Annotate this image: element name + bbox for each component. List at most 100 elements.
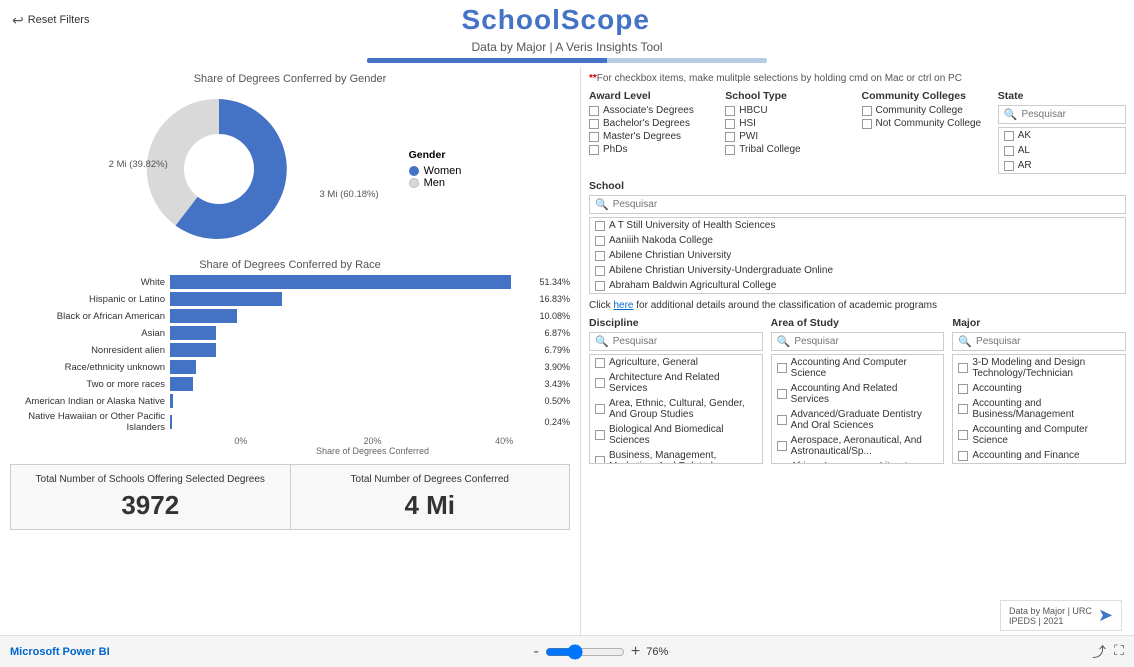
bar-fill <box>170 326 216 340</box>
cb-phds[interactable] <box>589 145 599 155</box>
cb-disc-5[interactable] <box>595 456 605 464</box>
cc-yes[interactable]: Community College <box>862 105 990 116</box>
powerbi-link[interactable]: Microsoft Power BI <box>10 646 110 658</box>
state-ar[interactable]: AR <box>999 158 1125 173</box>
cc-no[interactable]: Not Community College <box>862 118 990 129</box>
area-search[interactable]: 🔍 <box>771 332 945 351</box>
discipline-list[interactable]: Agriculture, General Architecture And Re… <box>589 354 763 464</box>
zoom-minus-button[interactable]: - <box>534 643 539 661</box>
school-item-1[interactable]: A T Still University of Health Sciences <box>590 218 1125 233</box>
area-5[interactable]: African Languages, Literatures, And Ling… <box>772 459 944 464</box>
cb-school-3[interactable] <box>595 251 605 261</box>
fullscreen-icon[interactable]: ⛶ <box>1114 642 1124 662</box>
bar-track <box>170 360 540 374</box>
bar-row: White51.34% <box>10 275 570 289</box>
cb-major-4[interactable] <box>958 430 968 440</box>
cb-disc-4[interactable] <box>595 430 605 440</box>
type-tribal[interactable]: Tribal College <box>725 144 853 155</box>
cb-ar[interactable] <box>1004 161 1014 171</box>
reset-filters-button[interactable]: ↩ Reset Filters <box>12 12 89 29</box>
cb-school-2[interactable] <box>595 236 605 246</box>
major-1[interactable]: 3-D Modeling and Design Technology/Techn… <box>953 355 1125 381</box>
major-3[interactable]: Accounting and Business/Management <box>953 396 1125 422</box>
state-list[interactable]: AK AL AR <box>998 127 1126 174</box>
major-4[interactable]: Accounting and Computer Science <box>953 422 1125 448</box>
cb-cc-no[interactable] <box>862 119 872 129</box>
disc-1[interactable]: Agriculture, General <box>590 355 762 370</box>
cb-ak[interactable] <box>1004 131 1014 141</box>
area-4[interactable]: Aerospace, Aeronautical, And Astronautic… <box>772 433 944 459</box>
associates-label: Associate's Degrees <box>603 105 694 116</box>
area-3[interactable]: Advanced/Graduate Dentistry And Oral Sci… <box>772 407 944 433</box>
award-bachelors[interactable]: Bachelor's Degrees <box>589 118 717 129</box>
cb-al[interactable] <box>1004 146 1014 156</box>
men-legend-label: Men <box>424 177 445 189</box>
major-search-input[interactable] <box>976 336 1120 347</box>
school-search-box[interactable]: 🔍 <box>589 195 1126 214</box>
discipline-search[interactable]: 🔍 <box>589 332 763 351</box>
legend-title: Gender <box>409 149 462 161</box>
area-2[interactable]: Accounting And Related Services <box>772 381 944 407</box>
cb-pwi[interactable] <box>725 132 735 142</box>
cb-area-2[interactable] <box>777 389 787 399</box>
award-masters[interactable]: Master's Degrees <box>589 131 717 142</box>
school-item-5[interactable]: Abraham Baldwin Agricultural College <box>590 278 1125 293</box>
school-type-title: School Type <box>725 90 853 102</box>
cb-area-4[interactable] <box>777 441 787 451</box>
cb-area-1[interactable] <box>777 363 787 373</box>
award-associates[interactable]: Associate's Degrees <box>589 105 717 116</box>
cb-disc-2[interactable] <box>595 378 605 388</box>
area-1[interactable]: Accounting And Computer Science <box>772 355 944 381</box>
cb-school-1[interactable] <box>595 221 605 231</box>
type-pwi[interactable]: PWI <box>725 131 853 142</box>
cb-major-1[interactable] <box>958 363 968 373</box>
cb-hbcu[interactable] <box>725 106 735 116</box>
school-search-input[interactable] <box>613 199 1120 210</box>
state-ak[interactable]: AK <box>999 128 1125 143</box>
cb-school-5[interactable] <box>595 281 605 291</box>
zoom-plus-button[interactable]: + <box>631 643 640 661</box>
state-search-box[interactable]: 🔍 <box>998 105 1126 124</box>
cb-major-5[interactable] <box>958 451 968 461</box>
disc-3[interactable]: Area, Ethnic, Cultural, Gender, And Grou… <box>590 396 762 422</box>
cb-bachelors[interactable] <box>589 119 599 129</box>
state-al[interactable]: AL <box>999 143 1125 158</box>
cb-major-2[interactable] <box>958 384 968 394</box>
discipline-search-input[interactable] <box>613 336 757 347</box>
state-search-input[interactable] <box>1021 109 1120 120</box>
school-item-4[interactable]: Abilene Christian University-Undergradua… <box>590 263 1125 278</box>
school-item-2[interactable]: Aaniiih Nakoda College <box>590 233 1125 248</box>
disc-4[interactable]: Biological And Biomedical Sciences <box>590 422 762 448</box>
cb-area-3[interactable] <box>777 415 787 425</box>
cb-disc-3[interactable] <box>595 404 605 414</box>
cb-school-4[interactable] <box>595 266 605 276</box>
type-hsi[interactable]: HSI <box>725 118 853 129</box>
major-list[interactable]: 3-D Modeling and Design Technology/Techn… <box>952 354 1126 464</box>
cb-disc-1[interactable] <box>595 358 605 368</box>
click-here-link[interactable]: here <box>613 300 633 311</box>
bar-pct: 10.08% <box>539 311 570 321</box>
cb-major-3[interactable] <box>958 404 968 414</box>
school-list[interactable]: A T Still University of Health Sciences … <box>589 217 1126 294</box>
top-nav: ↩ Reset Filters SchoolScope <box>0 0 1134 40</box>
cb-hsi[interactable] <box>725 119 735 129</box>
major-2[interactable]: Accounting <box>953 381 1125 396</box>
area-search-input[interactable] <box>794 336 938 347</box>
major-6[interactable]: Accounting and Related Services, Other <box>953 463 1125 464</box>
type-hbcu[interactable]: HBCU <box>725 105 853 116</box>
cb-masters[interactable] <box>589 132 599 142</box>
women-legend-label: Women <box>424 165 462 177</box>
major-search[interactable]: 🔍 <box>952 332 1126 351</box>
zoom-slider[interactable] <box>545 644 625 660</box>
area-list[interactable]: Accounting And Computer Science Accounti… <box>771 354 945 464</box>
disc-5[interactable]: Business, Management, Marketing, And Rel… <box>590 448 762 464</box>
share-icon[interactable]: ⤴ <box>1092 642 1106 662</box>
cb-associates[interactable] <box>589 106 599 116</box>
bar-pct: 3.43% <box>544 379 570 389</box>
cb-cc-yes[interactable] <box>862 106 872 116</box>
disc-2[interactable]: Architecture And Related Services <box>590 370 762 396</box>
major-5[interactable]: Accounting and Finance <box>953 448 1125 463</box>
award-phds[interactable]: PhDs <box>589 144 717 155</box>
school-item-3[interactable]: Abilene Christian University <box>590 248 1125 263</box>
cb-tribal[interactable] <box>725 145 735 155</box>
